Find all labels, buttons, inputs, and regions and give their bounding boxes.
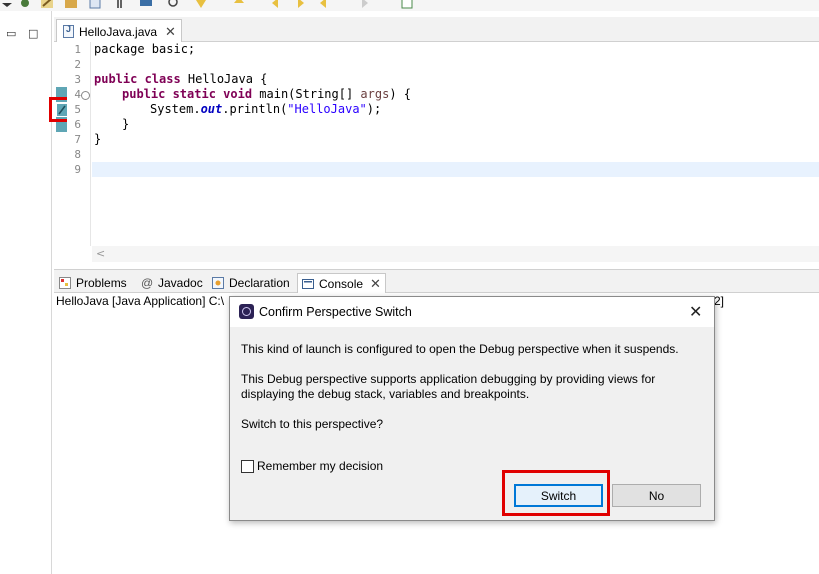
dialog-question: Switch to this perspective? xyxy=(241,417,384,431)
maximize-icon[interactable]: □ xyxy=(28,27,38,40)
new-window-icon[interactable] xyxy=(400,0,414,9)
dialog-titlebar[interactable]: Confirm Perspective Switch ✕ xyxy=(230,297,714,327)
editor-tab-bar: HelloJava.java ✕ xyxy=(54,17,819,43)
line-number: 2 xyxy=(74,58,81,71)
next-annotation-icon[interactable] xyxy=(232,0,246,9)
eclipse-app-icon xyxy=(239,304,254,319)
previous-edit-icon[interactable] xyxy=(318,0,332,9)
dialog-message-line: displaying the debug stack, variables an… xyxy=(241,387,530,401)
declaration-icon xyxy=(212,277,224,289)
dialog-title: Confirm Perspective Switch xyxy=(259,305,412,319)
line-number-ruler: 1 2 3 4 5 6 7 8 9 xyxy=(67,42,91,246)
line-number: 5 xyxy=(74,103,81,116)
open-type-icon[interactable] xyxy=(64,0,78,9)
tab-label: Console xyxy=(319,276,364,291)
task-icon[interactable] xyxy=(88,0,102,9)
code-line: public static void main(String[] args) { xyxy=(122,87,412,101)
fold-collapse-icon[interactable] xyxy=(81,91,90,100)
code-text-area[interactable]: package basic; public class HelloJava { … xyxy=(92,42,819,246)
back-icon[interactable] xyxy=(270,0,284,9)
tab-console[interactable]: Console ✕ xyxy=(297,273,386,293)
no-button[interactable]: No xyxy=(612,484,701,507)
code-line: package basic; xyxy=(94,42,196,56)
tab-problems[interactable]: Problems xyxy=(59,273,127,293)
line-number: 4 xyxy=(74,88,81,101)
current-line-highlight xyxy=(92,162,819,177)
console-icon xyxy=(302,278,314,289)
console-launch-label: HelloJava [Java Application] C:\ xyxy=(56,294,225,308)
tab-label: HelloJava.java xyxy=(79,24,158,39)
next-edit-icon[interactable] xyxy=(356,0,370,9)
console-launch-label-tail: 2] xyxy=(714,294,725,308)
console-close-icon[interactable]: ✕ xyxy=(370,276,381,292)
dialog-message-line: This Debug perspective supports applicat… xyxy=(241,372,656,386)
remember-decision-checkbox[interactable] xyxy=(241,459,254,473)
tab-javadoc[interactable]: @ Javadoc xyxy=(141,273,203,293)
code-line: public class HelloJava { xyxy=(94,72,268,86)
paragraph-icon[interactable] xyxy=(112,0,126,9)
line-number: 1 xyxy=(74,43,81,56)
line-number: 8 xyxy=(74,148,81,161)
line-number: 3 xyxy=(74,73,81,86)
horizontal-scrollbar[interactable]: < xyxy=(92,246,819,262)
tab-label: Declaration xyxy=(229,276,290,290)
tab-label: Javadoc xyxy=(158,276,203,290)
minimize-icon[interactable]: ▭ xyxy=(6,27,16,40)
debug-icon[interactable] xyxy=(18,0,32,9)
dialog-message: This kind of launch is configured to ope… xyxy=(241,342,679,356)
tab-label: Problems xyxy=(76,276,127,290)
tab-close-icon[interactable]: ✕ xyxy=(165,24,176,40)
confirm-perspective-dialog: Confirm Perspective Switch ✕ This kind o… xyxy=(229,296,715,521)
left-view-strip: ▭ □ xyxy=(0,11,52,574)
line-number: 7 xyxy=(74,133,81,146)
problems-icon xyxy=(59,277,71,289)
line-number: 6 xyxy=(74,118,81,131)
vertical-ruler[interactable] xyxy=(54,42,67,246)
close-icon[interactable]: ✕ xyxy=(689,302,702,321)
toolbar-dropdown-icon[interactable] xyxy=(0,0,14,9)
java-file-icon xyxy=(63,24,74,38)
tab-hellojava[interactable]: HelloJava.java ✕ xyxy=(56,19,182,43)
forward-icon[interactable] xyxy=(292,0,306,9)
line-number: 9 xyxy=(74,163,81,176)
scroll-left-icon[interactable]: < xyxy=(96,247,105,260)
remember-decision-row[interactable]: Remember my decision xyxy=(241,459,383,473)
search-icon[interactable] xyxy=(167,0,181,9)
edit-icon[interactable] xyxy=(40,0,54,9)
javadoc-icon: @ xyxy=(141,276,154,290)
annotation-icon[interactable] xyxy=(194,0,208,9)
code-editor[interactable]: 1 2 3 4 5 6 7 8 9 package basic; public … xyxy=(49,42,819,264)
highlight-box-switch xyxy=(502,470,610,516)
monitor-icon[interactable] xyxy=(139,0,153,9)
code-line: } xyxy=(94,132,102,146)
remember-decision-label[interactable]: Remember my decision xyxy=(257,459,383,473)
tab-declaration[interactable]: Declaration xyxy=(212,273,290,293)
panel-tab-bar: Problems @ Javadoc Declaration Console ✕ xyxy=(54,269,819,293)
code-line: } xyxy=(122,117,130,131)
main-toolbar xyxy=(0,0,819,11)
code-line: System.out.println("HelloJava"); xyxy=(150,102,382,116)
